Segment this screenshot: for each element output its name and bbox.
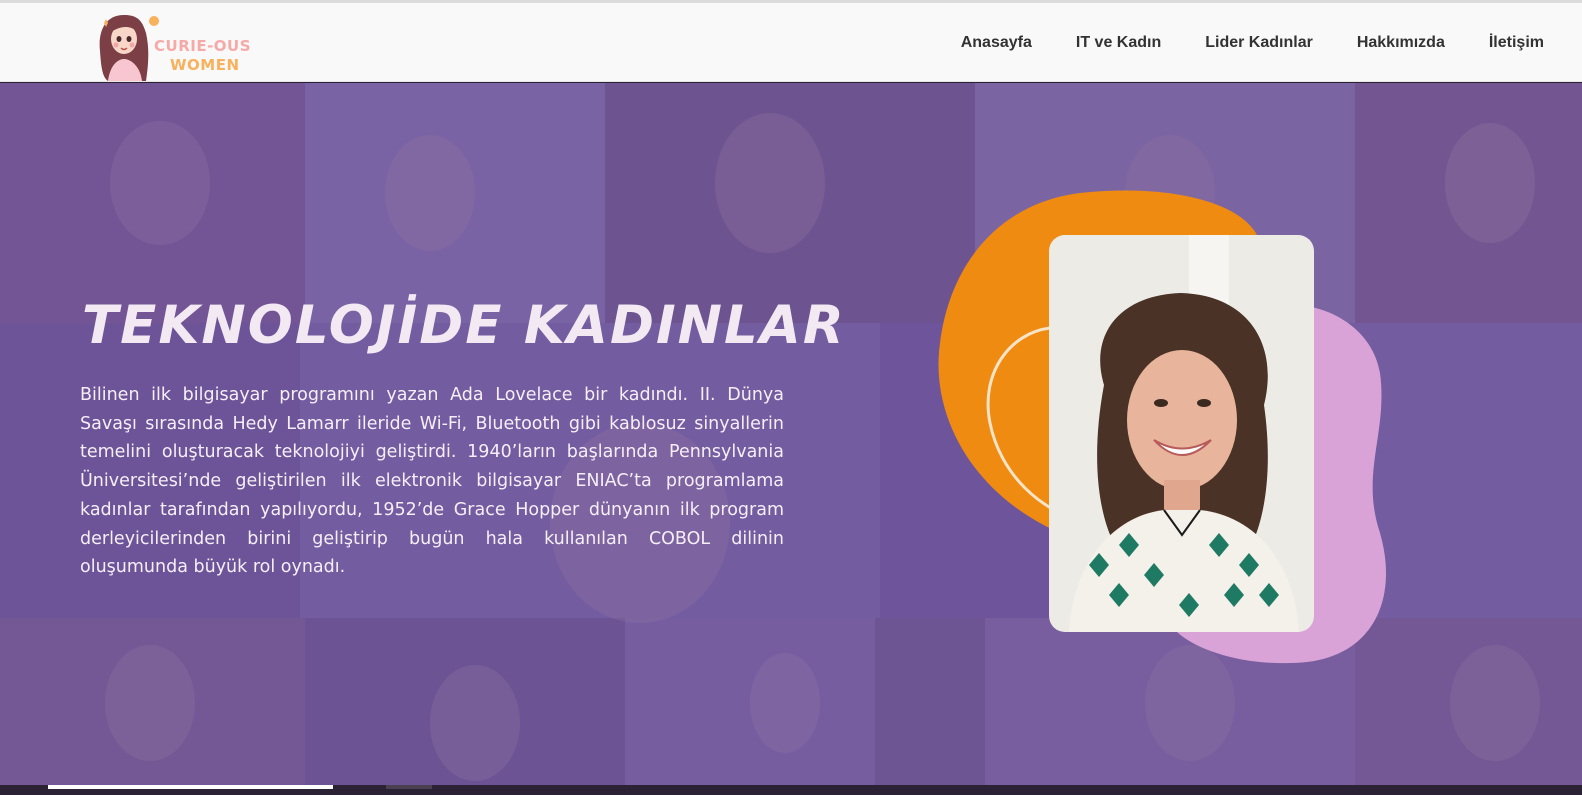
- site-header: CURIE-OUS WOMEN Anasayfa IT ve Kadın Lid…: [0, 3, 1582, 82]
- horizontal-scrollbar-thumb[interactable]: [48, 785, 333, 789]
- hero-portrait-image: [1049, 235, 1314, 632]
- logo-line-1: CURIE-OUS: [154, 37, 252, 55]
- nav-iletisim[interactable]: İletişim: [1489, 34, 1544, 52]
- nav-it-ve-kadin[interactable]: IT ve Kadın: [1076, 34, 1161, 52]
- main-nav: Anasayfa IT ve Kadın Lider Kadınlar Hakk…: [961, 3, 1544, 82]
- hero-section: TEKNOLOJİDE KADINLAR Bilinen ilk bilgisa…: [0, 83, 1582, 785]
- horizontal-scrollbar-segment: [386, 785, 432, 789]
- nav-lider-kadinlar[interactable]: Lider Kadınlar: [1205, 34, 1313, 52]
- site-logo[interactable]: CURIE-OUS WOMEN: [96, 11, 256, 81]
- woman-portrait-icon: [1049, 235, 1314, 632]
- logo-line-2: WOMEN: [170, 56, 240, 74]
- hero-title: TEKNOLOJİDE KADINLAR: [82, 295, 846, 356]
- nav-hakkimizda[interactable]: Hakkımızda: [1357, 34, 1445, 52]
- hero-description: Bilinen ilk bilgisayar programını yazan …: [80, 385, 784, 578]
- nav-anasayfa[interactable]: Anasayfa: [961, 34, 1032, 52]
- logo-wordmark: CURIE-OUS WOMEN: [154, 37, 251, 75]
